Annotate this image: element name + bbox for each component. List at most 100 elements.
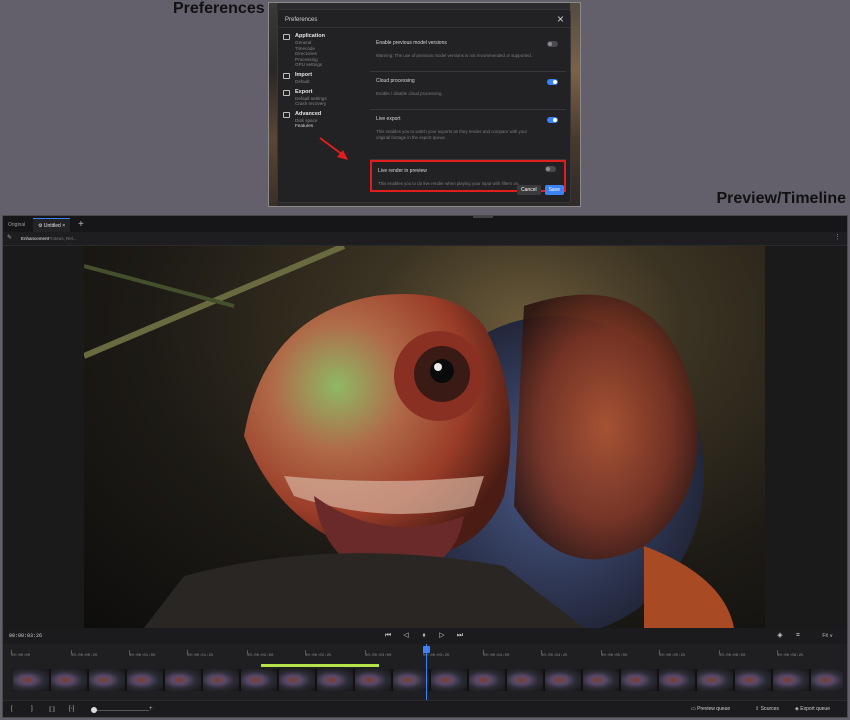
crop-icon[interactable]: ⌗ (793, 631, 803, 641)
enhancement-label[interactable]: Enhancement (21, 236, 49, 241)
mark-out-icon[interactable]: ] (31, 706, 33, 712)
nav-heading-import[interactable]: Import (295, 72, 363, 79)
sources-label: Sources (760, 706, 779, 712)
tab-untitled-label: Untitled (43, 223, 61, 229)
live-export-toggle[interactable] (547, 117, 558, 123)
preferences-screenshot: Preferences × Application General Timeco… (268, 2, 581, 207)
preview-timeline-caption: Preview/Timeline (716, 190, 846, 207)
tab-close-icon[interactable]: × (61, 223, 65, 229)
nav-heading-export[interactable]: Export (295, 89, 363, 96)
nav-item-gpu-settings[interactable]: GPU settings (295, 62, 363, 68)
pause-icon[interactable]: ⏸ (419, 631, 429, 641)
preview-range-marker[interactable] (261, 664, 379, 667)
thumbnail-frame (51, 669, 87, 691)
thumbnail-frame (317, 669, 353, 691)
nav-item-features[interactable]: Features (295, 123, 363, 129)
thumbnail-frame (659, 669, 695, 691)
preview-queue-button[interactable]: ▭ Preview queue (691, 706, 730, 712)
close-icon[interactable]: × (557, 12, 564, 26)
preferences-nav: Application General Timecode Directories… (283, 33, 363, 133)
nav-heading-advanced[interactable]: Advanced (295, 111, 363, 118)
thumbnail-frame (127, 669, 163, 691)
ruler-label: 00:00:04:25 (541, 654, 568, 658)
cloud-processing-toggle[interactable] (547, 79, 558, 85)
ruler-label: 00:00:02:25 (305, 654, 332, 658)
skip-start-icon[interactable]: ⏮ (383, 631, 393, 641)
preferences-dialog: Preferences × Application General Timeco… (277, 9, 571, 203)
timecode-display: 00:00:03:26 (9, 633, 43, 639)
export-queue-label: Export queue (800, 706, 830, 712)
dialog-divider (278, 27, 570, 28)
setting-description: This enables you to watch your exports a… (376, 129, 528, 140)
ruler-label: 00:00:04:00 (483, 654, 510, 658)
advanced-icon (283, 111, 290, 118)
thumbnail-frame (279, 669, 315, 691)
dialog-buttons: Cancel Save (517, 185, 564, 195)
setting-live-export: Live export This enables you to watch yo… (370, 110, 566, 160)
enhancement-value[interactable]: Proteus, Rel... (48, 236, 77, 241)
wand-icon[interactable]: ✎ (7, 234, 12, 241)
thumbnail-frame (469, 669, 505, 691)
thumbnail-frame (89, 669, 125, 691)
ruler-label: 00:00:05:25 (659, 654, 686, 658)
zoom-slider-track[interactable] (93, 710, 149, 711)
thumbnail-frame (431, 669, 467, 691)
enhancement-toolbar: ✎ Enhancement Proteus, Rel... ⋮ (3, 232, 847, 246)
nav-heading-application[interactable]: Application (295, 33, 363, 40)
thumbnail-frame (355, 669, 391, 691)
more-icon[interactable]: ⋮ (834, 233, 841, 241)
ruler-label: 00:00:01:25 (187, 654, 214, 658)
ruler-label: 00:00:01:00 (129, 654, 156, 658)
tab-original[interactable]: Original (3, 218, 30, 232)
zoom-slider-handle[interactable] (91, 707, 97, 713)
thumbnail-frame (735, 669, 771, 691)
tab-untitled[interactable]: ⚙ Untitled × (33, 218, 71, 232)
zoom-fit-dropdown[interactable]: Fit ∨ (822, 633, 833, 639)
timeline: 00:00:00 00:00:00:25 00:00:01:00 00:00:0… (3, 644, 847, 700)
nav-item-import-default[interactable]: Default (295, 79, 363, 85)
export-queue-button[interactable]: ◈ Export queue (795, 706, 830, 712)
thumbnail-frame (241, 669, 277, 691)
save-button[interactable]: Save (544, 185, 564, 195)
thumbnail-frame (13, 669, 49, 691)
fit-timeline-icon[interactable]: [◦] (69, 706, 74, 712)
playhead-handle[interactable] (423, 646, 430, 653)
setting-cloud-processing: Cloud processing Enable / disable cloud … (370, 72, 566, 110)
background-strip-left (269, 3, 277, 206)
next-frame-icon[interactable]: ▷ (437, 631, 447, 641)
thumbnail-frame (165, 669, 201, 691)
nav-group-export: Export Default settings Crash recovery (283, 89, 363, 107)
nav-group-import: Import Default (283, 72, 363, 85)
setting-title: Live export (376, 116, 401, 122)
setting-title: Live render in preview (378, 168, 427, 174)
thumbnail-frame (393, 669, 429, 691)
add-tab-button[interactable]: + (73, 218, 89, 232)
dialog-title: Preferences (285, 17, 318, 23)
window-grip[interactable] (473, 216, 493, 218)
nav-item-crash-recovery[interactable]: Crash recovery (295, 101, 363, 107)
thumbnail-strip[interactable] (13, 669, 843, 691)
sources-button[interactable]: ⇪ Sources (755, 706, 779, 712)
setting-previous-model-versions: Enable previous model versions Warning: … (370, 34, 566, 72)
compare-icon[interactable]: ◈ (775, 631, 785, 641)
setting-title: Enable previous model versions (376, 40, 447, 46)
prev-frame-icon[interactable]: ◁ (401, 631, 411, 641)
preferences-caption: Preferences (173, 0, 265, 17)
background-strip-right (570, 3, 580, 206)
skip-end-icon[interactable]: ⏭ (455, 631, 465, 641)
thumbnail-frame (545, 669, 581, 691)
transport-bar: 00:00:03:26 ⏮ ◁ ⏸ ▷ ⏭ ◈ ⌗ Fit ∨ (3, 628, 847, 644)
zoom-in-icon[interactable]: + (149, 706, 153, 712)
setting-description: Enable / disable cloud processing. (376, 91, 443, 96)
tab-bar: Original ⚙ Untitled × + (3, 216, 847, 232)
mark-in-icon[interactable]: [ (11, 706, 13, 712)
clear-marks-icon[interactable]: ⟦⟧ (49, 706, 55, 713)
nav-group-advanced: Advanced Disk space Features (283, 111, 363, 129)
previous-model-versions-toggle[interactable] (547, 41, 558, 47)
video-preview[interactable] (84, 246, 765, 628)
export-icon (283, 89, 290, 96)
live-render-in-preview-toggle[interactable] (545, 166, 556, 172)
cancel-button[interactable]: Cancel (517, 185, 541, 195)
ruler-label: 00:00:06:00 (719, 654, 746, 658)
thumbnail-frame (697, 669, 733, 691)
